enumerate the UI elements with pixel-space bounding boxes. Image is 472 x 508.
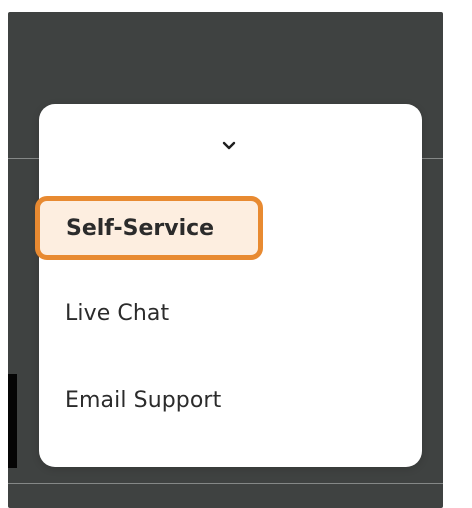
divider-bottom — [8, 483, 443, 484]
chevron-down-icon[interactable] — [220, 137, 238, 155]
screenshot-page: Self-Service Live Chat Email Support — [0, 0, 472, 508]
menu-item-email-support[interactable]: Email Support — [65, 388, 221, 413]
menu-item-live-chat[interactable]: Live Chat — [65, 301, 169, 326]
menu-item-self-service-label: Self-Service — [66, 216, 215, 241]
dark-side-block — [8, 374, 17, 468]
